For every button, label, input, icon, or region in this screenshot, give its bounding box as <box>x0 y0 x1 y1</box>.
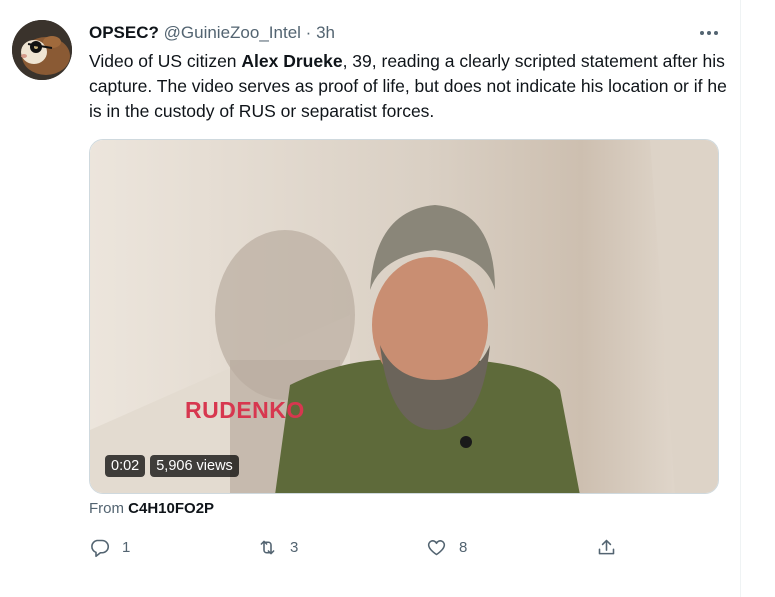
tweet-time[interactable]: 3h <box>316 23 335 42</box>
tweet-actions: 1 3 8 <box>89 537 729 561</box>
video-watermark: RUDENKO <box>185 397 305 423</box>
video-frame-image <box>90 140 718 493</box>
share-button[interactable] <box>596 537 617 558</box>
more-icon <box>700 31 718 35</box>
video-overlay: 0:02 5,906 views <box>105 455 239 477</box>
video-duration: 0:02 <box>105 455 146 477</box>
tweet-text-part1: Video of US citizen <box>89 51 242 71</box>
like-count: 8 <box>459 539 468 556</box>
like-icon <box>427 540 446 556</box>
author-name[interactable]: OPSEC? <box>89 23 159 42</box>
tweet-text: Video of US citizen Alex Drueke, 39, rea… <box>89 49 729 124</box>
share-icon <box>598 539 615 555</box>
more-options-button[interactable] <box>695 20 723 46</box>
source-account-link[interactable]: C4H10FO2P <box>128 500 214 517</box>
like-button[interactable]: 8 <box>426 537 467 558</box>
guinea-pig-avatar-image <box>12 20 72 80</box>
tweet-text-name: Alex Drueke <box>241 51 343 71</box>
retweet-button[interactable]: 3 <box>257 537 298 558</box>
video-views: 5,906 views <box>150 455 239 477</box>
retweet-count: 3 <box>290 539 299 556</box>
author-handle[interactable]: @GuinieZoo_Intel <box>164 23 301 42</box>
reply-count: 1 <box>122 539 131 556</box>
media-source: From C4H10FO2P <box>89 500 214 517</box>
avatar[interactable] <box>12 20 72 80</box>
tweet-header: OPSEC? @GuinieZoo_Intel · 3h <box>89 22 335 44</box>
video-player[interactable]: RUDENKO 0:02 5,906 views <box>89 139 719 494</box>
header-separator: · <box>305 23 312 42</box>
timeline-border <box>740 0 741 597</box>
source-prefix: From <box>89 500 124 517</box>
reply-icon <box>91 539 110 558</box>
reply-button[interactable]: 1 <box>89 537 130 558</box>
retweet-icon <box>260 540 275 555</box>
